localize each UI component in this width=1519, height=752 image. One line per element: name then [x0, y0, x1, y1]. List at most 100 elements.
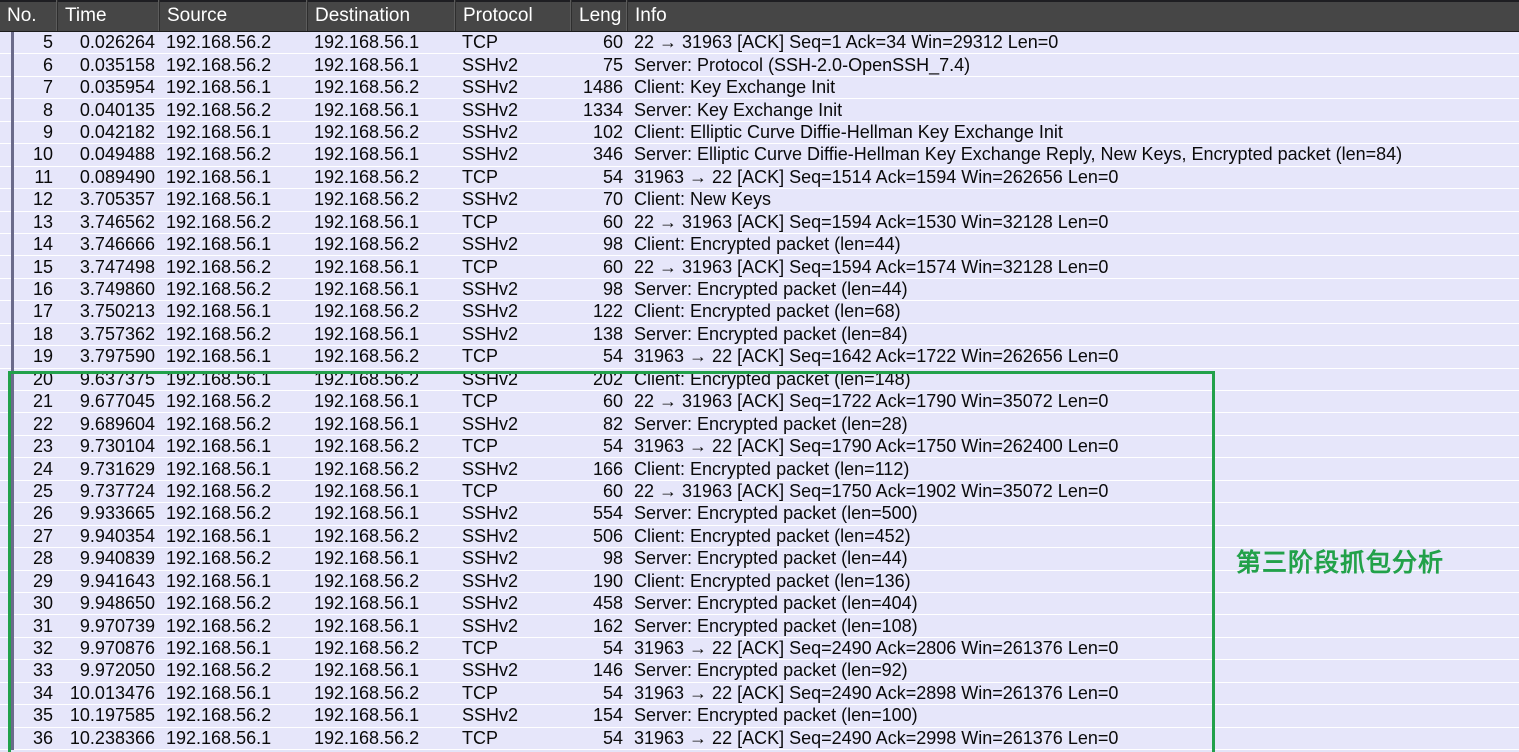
cell-no: 20	[32, 368, 53, 389]
cell-length: 458	[592, 593, 623, 614]
column-header-source-label: Source	[167, 4, 228, 26]
cell-no: 10	[32, 144, 53, 165]
packet-row[interactable]: 20 9.637375 192.168.56.1 192.168.56.2 SSHv2 2…	[0, 32, 1519, 750]
packet-row[interactable]: 17 3.750213 192.168.56.1 192.168.56.2 SSHv2 1…	[0, 32, 1519, 750]
packet-row[interactable]: 19 3.797590 192.168.56.1 192.168.56.2 TCP 54 3…	[0, 32, 1519, 750]
cell-no: 27	[32, 525, 53, 546]
cell-protocol: SSHv2	[462, 660, 519, 681]
cell-source: 192.168.56.1	[166, 458, 272, 479]
cell-destination: 192.168.56.1	[314, 705, 420, 726]
cell-info: Client: Encrypted packet (len=148)	[634, 368, 911, 389]
packet-row[interactable]: 23 9.730104 192.168.56.1 192.168.56.2 TCP 54 3…	[0, 32, 1519, 750]
packet-row[interactable]: 11 0.089490 192.168.56.1 192.168.56.2 TCP 54 3…	[0, 32, 1519, 750]
packet-row[interactable]: 25 9.737724 192.168.56.2 192.168.56.1 TCP 60 2…	[0, 32, 1519, 750]
cell-source: 192.168.56.2	[166, 413, 272, 434]
cell-time: 9.933665	[79, 503, 155, 524]
cell-source: 192.168.56.1	[166, 189, 272, 210]
cell-length: 98	[602, 548, 623, 569]
packet-row[interactable]: 36 10.238366 192.168.56.1 192.168.56.2 TCP 54…	[0, 32, 1519, 750]
cell-length: 1486	[582, 77, 623, 98]
cell-source: 192.168.56.2	[166, 211, 272, 232]
packet-row[interactable]: 16 3.749860 192.168.56.2 192.168.56.1 SSHv2 9…	[0, 32, 1519, 750]
cell-info: Server: Encrypted packet (len=108)	[634, 615, 918, 636]
cell-destination: 192.168.56.1	[314, 660, 420, 681]
cell-source: 192.168.56.1	[166, 682, 272, 703]
cell-protocol: SSHv2	[462, 77, 519, 98]
cell-source: 192.168.56.2	[166, 256, 272, 277]
cell-source: 192.168.56.2	[166, 54, 272, 75]
column-header-no[interactable]: No.	[0, 0, 58, 31]
packet-row[interactable]: 24 9.731629 192.168.56.1 192.168.56.2 SSHv2 1…	[0, 32, 1519, 750]
packet-row[interactable]: 26 9.933665 192.168.56.2 192.168.56.1 SSHv2 5…	[0, 32, 1519, 750]
packet-row[interactable]: 8 0.040135 192.168.56.2 192.168.56.1 SSHv2 13…	[0, 32, 1519, 750]
cell-length: 60	[602, 211, 623, 232]
cell-destination: 192.168.56.2	[314, 682, 420, 703]
cell-time: 3.797590	[79, 346, 155, 367]
cell-info: Server: Elliptic Curve Diffie-Hellman Ke…	[634, 144, 1403, 165]
packet-row[interactable]: 5 0.026264 192.168.56.2 192.168.56.1 TCP 60 22…	[0, 32, 1519, 750]
cell-no: 28	[32, 548, 53, 569]
column-header-protocol-label: Protocol	[463, 4, 533, 26]
cell-length: 506	[592, 525, 623, 546]
cell-source: 192.168.56.1	[166, 638, 272, 659]
cell-no: 14	[32, 234, 53, 255]
cell-destination: 192.168.56.1	[314, 593, 420, 614]
cell-info: 22 → 31963 [ACK] Seq=1594 Ack=1530 Win=3…	[634, 211, 1109, 232]
cell-protocol: SSHv2	[462, 144, 519, 165]
column-header-time-label: Time	[65, 4, 107, 26]
packet-row[interactable]: 32 9.970876 192.168.56.1 192.168.56.2 TCP 54 3…	[0, 32, 1519, 750]
cell-destination: 192.168.56.1	[314, 144, 420, 165]
packet-row[interactable]: 9 0.042182 192.168.56.1 192.168.56.2 SSHv2 10…	[0, 32, 1519, 750]
cell-info: Client: Encrypted packet (len=68)	[634, 301, 901, 322]
column-header-protocol[interactable]: Protocol	[456, 0, 572, 31]
column-header-destination-label: Destination	[315, 4, 411, 26]
cell-destination: 192.168.56.2	[314, 121, 420, 142]
packet-row[interactable]: 6 0.035158 192.168.56.2 192.168.56.1 SSHv2 75…	[0, 32, 1519, 750]
cell-time: 9.941643	[79, 570, 155, 591]
packet-row[interactable]: 33 9.972050 192.168.56.2 192.168.56.1 SSHv2 1…	[0, 32, 1519, 750]
cell-destination: 192.168.56.1	[314, 279, 420, 300]
column-header-info[interactable]: Info	[628, 0, 1519, 31]
packet-row[interactable]: 12 3.705357 192.168.56.1 192.168.56.2 SSHv2 7…	[0, 32, 1519, 750]
cell-time: 10.238366	[69, 727, 155, 748]
cell-no: 25	[32, 480, 53, 501]
cell-length: 60	[602, 391, 623, 412]
cell-length: 102	[592, 121, 623, 142]
cell-no: 23	[32, 436, 53, 457]
column-header-length[interactable]: Leng	[572, 0, 628, 31]
cell-destination: 192.168.56.1	[314, 32, 420, 53]
packet-row[interactable]: 10 0.049488 192.168.56.2 192.168.56.1 SSHv2 3…	[0, 32, 1519, 750]
cell-time: 3.749860	[79, 279, 155, 300]
cell-time: 9.689604	[79, 413, 155, 434]
cell-length: 60	[602, 256, 623, 277]
packet-row[interactable]: 30 9.948650 192.168.56.2 192.168.56.1 SSHv2 4…	[0, 32, 1519, 750]
packet-row[interactable]: 31 9.970739 192.168.56.2 192.168.56.1 SSHv2 1…	[0, 32, 1519, 750]
column-header-time[interactable]: Time	[58, 0, 160, 31]
packet-row[interactable]: 15 3.747498 192.168.56.2 192.168.56.1 TCP 60 2…	[0, 32, 1519, 750]
packet-row[interactable]: 21 9.677045 192.168.56.2 192.168.56.1 TCP 60 2…	[0, 32, 1519, 750]
cell-destination: 192.168.56.1	[314, 503, 420, 524]
column-header-destination[interactable]: Destination	[308, 0, 456, 31]
cell-protocol: TCP	[462, 391, 498, 412]
cell-length: 346	[592, 144, 623, 165]
column-header-info-label: Info	[635, 4, 667, 26]
cell-destination: 192.168.56.1	[314, 99, 420, 120]
cell-time: 0.042182	[79, 121, 155, 142]
cell-length: 98	[602, 234, 623, 255]
packet-row[interactable]: 35 10.197585 192.168.56.2 192.168.56.1 SSHv2…	[0, 32, 1519, 750]
cell-time: 0.035954	[79, 77, 155, 98]
packet-row[interactable]: 34 10.013476 192.168.56.1 192.168.56.2 TCP 54…	[0, 32, 1519, 750]
cell-time: 10.197585	[69, 705, 155, 726]
packet-row[interactable]: 13 3.746562 192.168.56.2 192.168.56.1 TCP 60 2…	[0, 32, 1519, 750]
cell-no: 19	[32, 346, 53, 367]
cell-time: 9.737724	[79, 480, 155, 501]
cell-protocol: SSHv2	[462, 279, 519, 300]
packet-row[interactable]: 18 3.757362 192.168.56.2 192.168.56.1 SSHv2 1…	[0, 32, 1519, 750]
packet-row[interactable]: 7 0.035954 192.168.56.1 192.168.56.2 SSHv2 14…	[0, 32, 1519, 750]
packet-row[interactable]: 14 3.746666 192.168.56.1 192.168.56.2 SSHv2 9…	[0, 32, 1519, 750]
cell-time: 9.940354	[79, 525, 155, 546]
column-header-source[interactable]: Source	[160, 0, 308, 31]
cell-no: 21	[32, 391, 53, 412]
packet-row[interactable]: 22 9.689604 192.168.56.2 192.168.56.1 SSHv2 8…	[0, 32, 1519, 750]
cell-info: Server: Encrypted packet (len=404)	[634, 593, 918, 614]
